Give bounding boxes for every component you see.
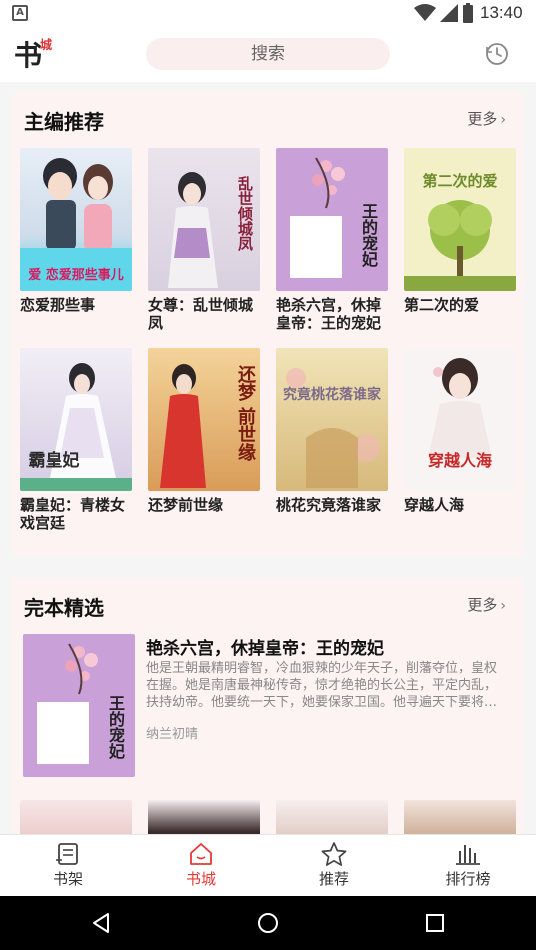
book-item[interactable]: 霸皇妃 霸皇妃：青楼女戏宫廷 <box>20 348 132 532</box>
cover-text: 王的宠妃 <box>106 695 125 759</box>
tab-label: 书架 <box>52 870 83 888</box>
book-cover: 王的宠妃 <box>276 148 388 291</box>
history-icon[interactable] <box>484 41 510 67</box>
tab-bookstore[interactable]: 书城 <box>151 835 251 897</box>
section-title: 完本精选 <box>24 596 104 620</box>
book-title: 桃花究竟落谁家 <box>276 496 382 514</box>
book-cover: 还梦 前世缘 <box>148 348 260 491</box>
status-bar: A 13:40 <box>0 0 536 26</box>
battery-icon <box>463 3 473 23</box>
book-cover-peek[interactable] <box>20 800 132 834</box>
app-logo: 书 城 <box>14 34 66 74</box>
book-title: 恋爱那些事 <box>20 296 96 314</box>
cover-text: 王的宠妃 <box>359 203 378 267</box>
more-link[interactable]: 更多 › <box>467 108 506 129</box>
book-title: 还梦前世缘 <box>148 496 224 514</box>
logo-main: 书 <box>14 39 43 72</box>
home-circle-icon[interactable] <box>256 911 280 935</box>
logo-sub: 城 <box>40 38 53 52</box>
tab-recommend[interactable]: 推荐 <box>284 835 384 897</box>
chart-icon <box>456 845 480 865</box>
system-nav-bar <box>0 896 536 950</box>
book-cover-peek[interactable] <box>276 800 388 834</box>
recents-icon[interactable] <box>424 912 446 934</box>
featured-book-title[interactable]: 艳杀六宫，休掉皇帝：王的宠妃 <box>146 634 384 659</box>
chevron-right-icon: › <box>500 112 506 128</box>
book-cover: 第二次的爱 <box>404 148 516 291</box>
wifi-icon <box>414 4 436 21</box>
book-item[interactable]: 乱世倾城凤 女尊：乱世倾城凤 <box>148 148 260 332</box>
featured-book-author: 纳兰初晴 <box>146 727 199 742</box>
book-title: 穿越人海 <box>404 496 465 514</box>
book-cover-peek[interactable] <box>404 800 516 834</box>
cover-text: 穿越人海 <box>427 451 492 470</box>
book-cover-peek[interactable] <box>148 800 260 834</box>
tab-ranking[interactable]: 排行榜 <box>418 835 518 897</box>
book-item[interactable]: 穿越人海 穿越人海 <box>404 348 516 514</box>
cover-text: 乱世倾城凤 <box>236 176 254 251</box>
complete-picks-section: 完本精选 更多 › 王的宠妃 艳杀六宫，休掉皇帝：王的宠妃 他是王朝最精明睿智，冷… <box>12 578 524 834</box>
featured-book-cover[interactable]: 王的宠妃 <box>23 634 135 777</box>
more-link[interactable]: 更多 › <box>467 594 506 615</box>
chevron-right-icon: › <box>500 598 506 614</box>
main-content[interactable]: 主编推荐 更多 › 爱 恋爱那些事儿 恋爱那些事 乱世倾城凤 女尊：乱世倾城凤 … <box>0 82 536 834</box>
more-label: 更多 <box>467 596 498 614</box>
book-cover: 乱世倾城凤 <box>148 148 260 291</box>
book-item[interactable]: 究竟桃花落谁家 桃花究竟落谁家 <box>276 348 388 514</box>
bookshelf-icon <box>56 843 78 865</box>
book-cover: 霸皇妃 <box>20 348 132 491</box>
cover-text: 第二次的爱 <box>422 172 498 190</box>
book-item[interactable]: 还梦 前世缘 还梦前世缘 <box>148 348 260 514</box>
book-title: 第二次的爱 <box>404 296 480 314</box>
notification-icon: A <box>12 5 28 21</box>
book-cover: 穿越人海 <box>404 348 516 491</box>
book-title: 女尊：乱世倾城凤 <box>148 296 254 332</box>
book-item[interactable]: 王的宠妃 艳杀六宫，休掉皇帝：王的宠妃 <box>276 148 388 332</box>
back-icon[interactable] <box>90 912 112 934</box>
book-cover: 爱 恋爱那些事儿 <box>20 148 132 291</box>
app-header: 书 城 搜索 <box>0 26 536 82</box>
book-item[interactable]: 第二次的爱 第二次的爱 <box>404 148 516 314</box>
cover-text: 霸皇妃 <box>28 451 80 471</box>
tab-bookshelf[interactable]: 书架 <box>18 835 118 897</box>
cover-art <box>286 368 380 488</box>
status-time: 13:40 <box>480 3 523 22</box>
book-title: 霸皇妃：青楼女戏宫廷 <box>20 496 126 532</box>
tab-label: 排行榜 <box>445 870 491 888</box>
signal-icon <box>440 4 458 22</box>
book-title: 艳杀六宫，休掉皇帝：王的宠妃 <box>276 296 382 332</box>
more-label: 更多 <box>467 110 498 128</box>
cover-text: 究竟桃花落谁家 <box>283 387 381 403</box>
book-cover: 究竟桃花落谁家 <box>276 348 388 491</box>
tab-label: 书城 <box>185 870 216 888</box>
home-icon <box>190 843 212 865</box>
tab-label: 推荐 <box>318 870 349 888</box>
cover-text: 还梦 前世缘 <box>235 364 256 461</box>
featured-book-description: 他是王朝最精明睿智，冷血狠辣的少年天子，削藩夺位，皇权在握。她是南唐最神秘传奇，… <box>146 661 498 710</box>
bottom-tab-bar: 书架 书城 推荐 排行榜 <box>0 834 536 896</box>
cover-text: 爱 恋爱那些事儿 <box>28 268 124 283</box>
section-title: 主编推荐 <box>24 110 104 134</box>
search-bar[interactable]: 搜索 <box>146 38 390 70</box>
editor-picks-section: 主编推荐 更多 › 爱 恋爱那些事儿 恋爱那些事 乱世倾城凤 女尊：乱世倾城凤 … <box>12 92 524 556</box>
star-icon <box>321 842 347 866</box>
book-item[interactable]: 爱 恋爱那些事儿 恋爱那些事 <box>20 148 132 314</box>
